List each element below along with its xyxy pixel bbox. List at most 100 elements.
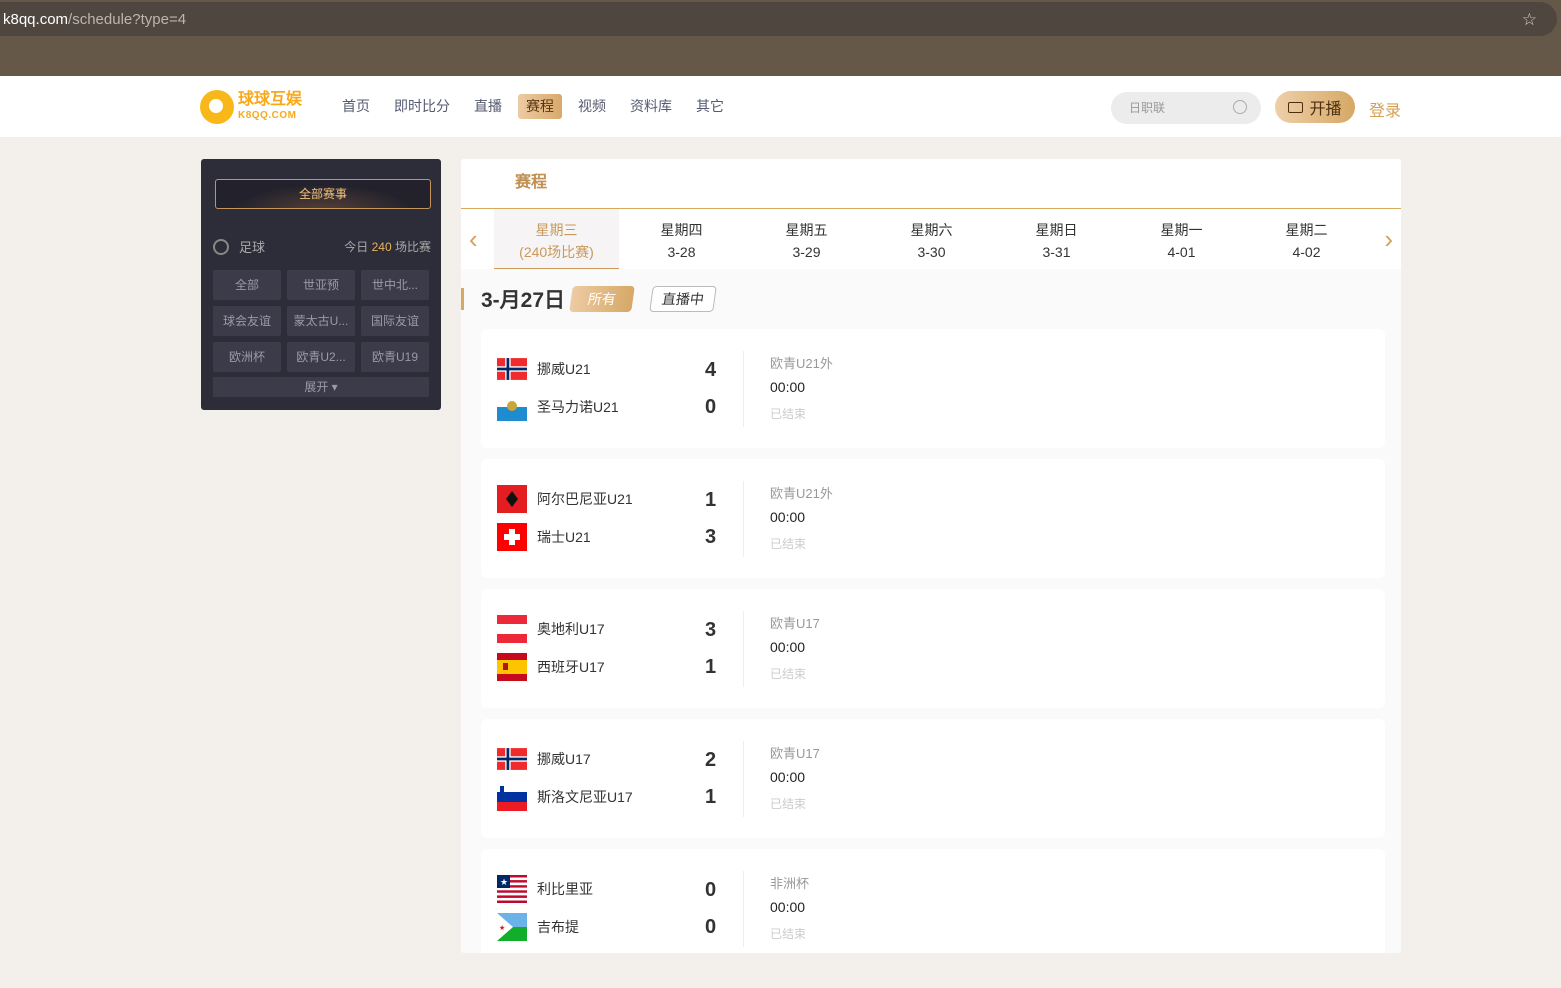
page-title: 赛程 <box>461 159 1401 209</box>
day-weekday: 星期二 <box>1285 222 1328 238</box>
away-team-name: 圣马力诺U21 <box>537 399 619 415</box>
day-tab[interactable]: 星期日 3-31 <box>994 209 1119 269</box>
league-name: 欧青U21外 <box>770 486 833 501</box>
league-tag[interactable]: 欧青U19 <box>361 342 429 372</box>
nav-item[interactable]: 其它 <box>688 94 732 119</box>
home-team: 挪威U21 <box>497 355 591 383</box>
nav-item[interactable]: 首页 <box>334 94 378 119</box>
match-status: 已结束 <box>770 927 807 941</box>
day-tab[interactable]: 星期四 3-28 <box>619 209 744 269</box>
match-status: 已结束 <box>770 407 807 421</box>
logo[interactable]: 球球互娱 K8QQ.COM <box>200 90 302 124</box>
site-header: 球球互娱 K8QQ.COM 首页 即时比分 直播 赛程 视频 资料库 其它 日职联 开播 登录 <box>0 76 1561 138</box>
nav-item[interactable]: 视频 <box>570 94 614 119</box>
san-marino-flag-icon <box>497 393 527 421</box>
today-prefix: 今日 <box>344 240 369 254</box>
chevron-right-icon[interactable]: › <box>1384 224 1393 255</box>
chevron-left-icon[interactable]: ‹ <box>469 224 478 255</box>
home-team-name: 阿尔巴尼亚U21 <box>537 491 633 507</box>
league-name: 欧青U17 <box>770 616 820 631</box>
expand-button[interactable]: 展开 ▾ <box>213 377 429 397</box>
search-input[interactable]: 日职联 <box>1111 92 1261 124</box>
spain-flag-icon <box>497 653 527 681</box>
league-tag[interactable]: 全部 <box>213 270 281 300</box>
match-status: 已结束 <box>770 537 807 551</box>
away-team: 斯洛文尼亚U17 <box>497 783 633 811</box>
austria-flag-icon <box>497 615 527 643</box>
league-sidebar: 全部赛事 足球 今日 240 场比赛 全部 世亚预 世中北... 球会友谊 蒙太古U..… <box>201 159 441 410</box>
away-team: 西班牙U17 <box>497 653 605 681</box>
league-tag[interactable]: 蒙太古U... <box>287 306 355 336</box>
league-tag[interactable]: 欧洲杯 <box>213 342 281 372</box>
svg-text:★: ★ <box>500 877 508 887</box>
league-tags: 全部 世亚预 世中北... 球会友谊 蒙太古U... 国际友谊欧洲杯 欧青U2... 欧青U1… <box>213 270 430 372</box>
day-tab[interactable]: 星期五 3-29 <box>744 209 869 269</box>
day-tab[interactable]: 星期三 (240场比赛) <box>494 209 619 269</box>
home-score: 0 <box>705 879 717 901</box>
home-team: 奥地利U17 <box>497 615 605 643</box>
away-team-name: 瑞士U21 <box>537 529 591 545</box>
divider <box>743 481 744 557</box>
filter-live-button[interactable]: 直播中 <box>649 286 717 312</box>
match-card[interactable]: 奥地利U17 西班牙U17 3 1 欧青U17 00:00 已结束 <box>481 589 1385 708</box>
away-team-name: 西班牙U17 <box>537 659 605 675</box>
go-live-button[interactable]: 开播 <box>1275 91 1355 123</box>
home-team: 阿尔巴尼亚U21 <box>497 485 633 513</box>
all-events-button[interactable]: 全部赛事 <box>215 179 431 209</box>
match-card[interactable]: 挪威U21 圣马力诺U21 4 0 欧青U21外 00:00 已结束 <box>481 329 1385 448</box>
day-tabs: ‹ › 星期三 (240场比赛) 星期四 3-28 星期五 3-29 星期六 3-30 星期日 3… <box>461 209 1401 269</box>
match-card[interactable]: 阿尔巴尼亚U21 瑞士U21 1 3 欧青U21外 00:00 已结束 <box>481 459 1385 578</box>
nav-item[interactable]: 资料库 <box>622 94 680 119</box>
logo-en: K8QQ.COM <box>238 110 297 121</box>
away-score: 0 <box>705 396 717 418</box>
day-weekday: 星期六 <box>910 222 953 238</box>
away-team-name: 斯洛文尼亚U17 <box>537 789 633 805</box>
football-icon <box>213 238 229 255</box>
sport-name: 足球 <box>239 240 266 255</box>
home-score: 2 <box>705 749 717 771</box>
away-team-name: 吉布提 <box>537 919 579 935</box>
day-sub: 4-01 <box>1167 244 1196 260</box>
league-tag[interactable]: 球会友谊 <box>213 306 281 336</box>
day-tab[interactable]: 星期六 3-30 <box>869 209 994 269</box>
home-team-name: 奥地利U17 <box>537 621 605 637</box>
albania-flag-icon <box>497 485 527 513</box>
home-score: 3 <box>705 619 717 641</box>
league-tag[interactable]: 国际友谊 <box>361 306 429 336</box>
camera-icon <box>1288 101 1304 113</box>
match-status: 已结束 <box>770 797 807 811</box>
date-marker <box>461 288 464 310</box>
today-suffix: 场比赛 <box>394 240 431 254</box>
nav-item[interactable]: 赛程 <box>518 94 562 119</box>
login-link[interactable]: 登录 <box>1369 97 1401 121</box>
day-tab[interactable]: 星期二 4-02 <box>1244 209 1369 269</box>
day-sub: 3-30 <box>917 244 946 260</box>
away-score: 1 <box>705 786 717 808</box>
day-weekday: 星期五 <box>785 222 828 238</box>
day-tab[interactable]: 星期一 4-01 <box>1119 209 1244 269</box>
today-count-value: 240 <box>371 240 392 254</box>
day-sub: 4-02 <box>1292 244 1321 260</box>
match-time: 00:00 <box>770 639 806 655</box>
league-tag[interactable]: 世亚预 <box>287 270 355 300</box>
league-tag[interactable]: 世中北... <box>361 270 429 300</box>
star-icon[interactable]: ☆ <box>1522 10 1537 30</box>
league-tag[interactable]: 欧青U2... <box>287 342 355 372</box>
filter-all-button[interactable]: 所有 <box>569 286 635 312</box>
day-weekday: 星期四 <box>660 222 703 238</box>
djibouti-flag-icon: ★ <box>497 913 527 941</box>
divider <box>743 741 744 817</box>
svg-text:★: ★ <box>499 924 505 932</box>
match-time: 00:00 <box>770 379 806 395</box>
search-icon[interactable] <box>1233 100 1247 114</box>
search-placeholder: 日职联 <box>1129 101 1166 115</box>
match-card[interactable]: ★ 利比里亚 ★ 吉布提 0 0 非洲杯 00:00 已结束 <box>481 849 1385 953</box>
nav-item[interactable]: 直播 <box>466 94 510 119</box>
date-label: 3-月27日 <box>481 289 566 312</box>
divider <box>743 871 744 947</box>
home-team-name: 挪威U17 <box>537 751 591 767</box>
address-bar[interactable]: k8qq.com/schedule?type=4 ☆ <box>0 2 1557 36</box>
match-card[interactable]: 挪威U17 斯洛文尼亚U17 2 1 欧青U17 00:00 已结束 <box>481 719 1385 838</box>
nav-item[interactable]: 即时比分 <box>386 94 458 119</box>
norway-flag-icon <box>497 745 527 773</box>
